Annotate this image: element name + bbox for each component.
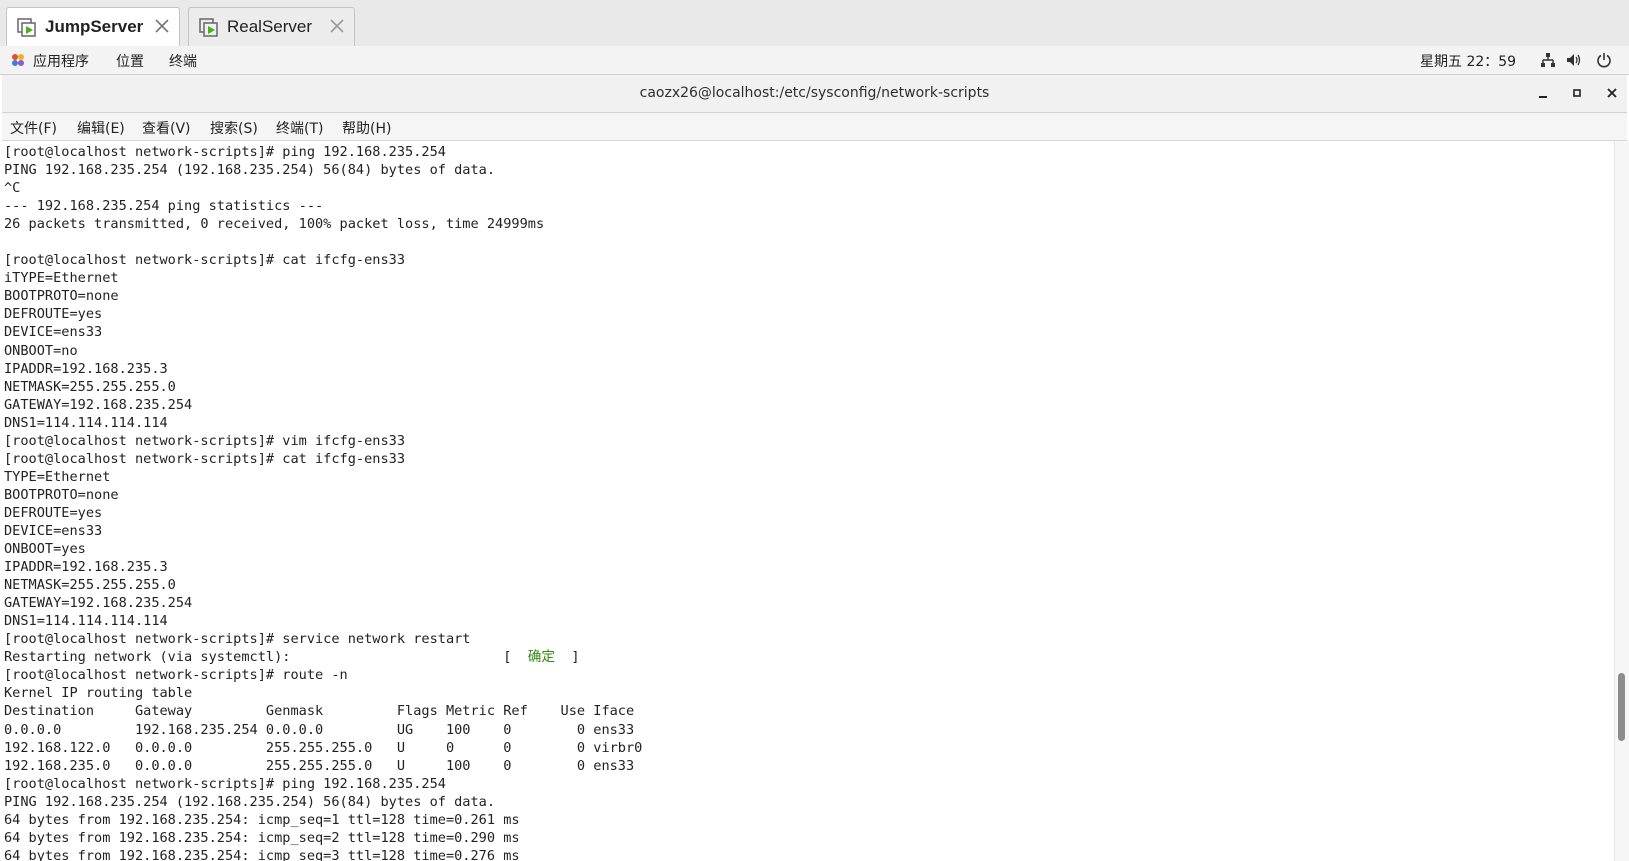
minimize-icon[interactable] [1535,85,1551,101]
status-suffix: ] [563,649,580,666]
terminal-line: IPADDR=192.168.235.3 [4,360,168,377]
terminal-text: [root@localhost network-scripts]# ping 1… [2,141,1614,861]
power-icon[interactable] [1596,52,1612,68]
menu-file[interactable]: 文件(F) [10,118,57,138]
terminal-line: ONBOOT=no [4,342,78,359]
terminal-line: [root@localhost network-scripts]# ping 1… [4,775,446,792]
scrollbar[interactable] [1614,141,1629,861]
tab-realserver[interactable]: RealServer [188,7,355,46]
terminal-line: DNS1=114.114.114.114 [4,414,168,431]
terminal-line: Destination Gateway Genmask Flags Metric… [4,703,635,720]
terminal-line: NETMASK=255.255.255.0 [4,378,176,395]
scrollbar-thumb[interactable] [1618,673,1625,741]
terminal-line: 26 packets transmitted, 0 received, 100%… [4,216,545,233]
menu-view[interactable]: 查看(V) [142,118,191,138]
close-icon[interactable] [153,17,171,35]
terminal-line: ^C [4,180,21,197]
terminal-line: [root@localhost network-scripts]# vim if… [4,432,406,449]
terminal-line: DEVICE=ens33 [4,522,103,539]
terminal-line: Kernel IP routing table [4,685,193,702]
terminal-line: [root@localhost network-scripts]# route … [4,667,348,684]
tab-label: JumpServer [45,17,144,36]
terminal-line: 64 bytes from 192.168.235.254: icmp_seq=… [4,847,520,861]
close-icon[interactable] [1604,85,1620,101]
terminal-line: 192.168.122.0 0.0.0.0 255.255.255.0 U 0 … [4,739,643,756]
terminal-line: 0.0.0.0 192.168.235.254 0.0.0.0 UG 100 0… [4,721,635,738]
terminal-line: GATEWAY=192.168.235.254 [4,396,193,413]
terminal-line: GATEWAY=192.168.235.254 [4,595,193,612]
terminal-line: --- 192.168.235.254 ping statistics --- [4,198,324,215]
window-title-bar[interactable]: caozx26@localhost:/etc/sysconfig/network… [2,75,1627,113]
terminal-line: TYPE=Ethernet [4,468,111,485]
terminal-line: PING 192.168.235.254 (192.168.235.254) 5… [4,162,496,179]
menu-help[interactable]: 帮助(H) [342,118,391,138]
network-icon[interactable] [1540,52,1556,68]
tab-jumpserver[interactable]: JumpServer [6,7,180,46]
menu-terminal-menu[interactable]: 终端(T) [276,118,323,138]
status-ok: 确定 [519,649,564,666]
vm-icon [199,16,221,38]
terminal-line: 64 bytes from 192.168.235.254: icmp_seq=… [4,829,520,846]
menu-search[interactable]: 搜索(S) [210,118,258,138]
terminal-line: DNS1=114.114.114.114 [4,613,168,630]
tab-label: RealServer [227,17,313,36]
terminal-line: DEVICE=ens33 [4,324,103,341]
terminal-line: Restarting network (via systemctl): [ 确定… [4,649,580,666]
terminal-output[interactable]: [root@localhost network-scripts]# ping 1… [2,141,1614,861]
menu-applications[interactable]: 应用程序 [33,51,89,71]
terminal-line: PING 192.168.235.254 (192.168.235.254) 5… [4,793,496,810]
menu-places[interactable]: 位置 [116,51,144,71]
terminal-line: ONBOOT=yes [4,541,86,558]
menu-terminal[interactable]: 终端 [169,51,197,71]
maximize-icon[interactable] [1569,85,1585,101]
menu-edit[interactable]: 编辑(E) [77,118,125,138]
terminal-line: 64 bytes from 192.168.235.254: icmp_seq=… [4,811,520,828]
applications-icon [11,53,25,67]
terminal-line: NETMASK=255.255.255.0 [4,577,176,594]
terminal-line: BOOTPROTO=none [4,288,119,305]
terminal-line: BOOTPROTO=none [4,486,119,503]
close-icon[interactable] [328,17,346,35]
clock[interactable]: 星期五 22：59 [1420,51,1516,71]
terminal-line: DEFROUTE=yes [4,504,103,521]
terminal-line: [root@localhost network-scripts]# cat if… [4,252,406,269]
window-title: caozx26@localhost:/etc/sysconfig/network… [639,85,990,101]
terminal-line: IPADDR=192.168.235.3 [4,559,168,576]
vm-tab-strip: JumpServer RealServer [0,0,1629,47]
terminal-line: [root@localhost network-scripts]# cat if… [4,450,406,467]
terminal-menu-bar: 文件(F) 编辑(E) 查看(V) 搜索(S) 终端(T) 帮助(H) [2,113,1627,141]
terminal-line: [root@localhost network-scripts]# ping 1… [4,144,446,160]
terminal-line: iTYPE=Ethernet [4,270,119,287]
terminal-line: [root@localhost network-scripts]# servic… [4,631,471,648]
terminal-line: 192.168.235.0 0.0.0.0 255.255.255.0 U 10… [4,757,635,774]
vm-icon [17,16,39,38]
gnome-top-bar: 应用程序 位置 终端 星期五 22：59 [0,46,1629,75]
volume-icon[interactable] [1566,52,1582,68]
terminal-line: DEFROUTE=yes [4,306,103,323]
